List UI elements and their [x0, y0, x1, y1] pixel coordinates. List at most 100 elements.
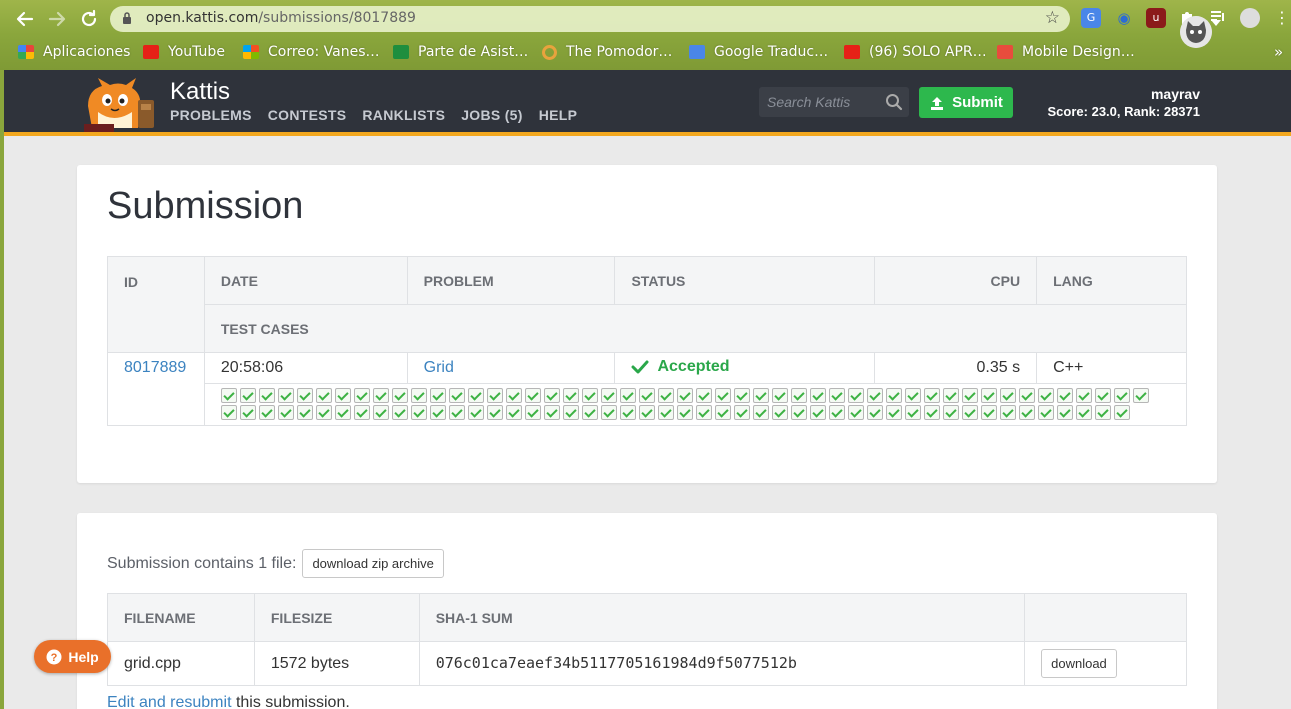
- files-intro-text: Submission contains 1 file:: [107, 554, 297, 572]
- test-case-check-icon: [315, 405, 332, 420]
- test-case-check-icon: [1018, 405, 1035, 420]
- reload-icon[interactable]: [78, 8, 100, 30]
- cpu-time: 0.35 s: [874, 352, 1038, 384]
- test-case-check-icon: [581, 405, 598, 420]
- search-input[interactable]: [759, 87, 879, 117]
- test-case-check-icon: [315, 388, 332, 403]
- user-score: Score: 23.0, Rank: 28371: [1047, 104, 1200, 119]
- test-case-check-icon: [296, 388, 313, 403]
- submit-button[interactable]: Submit: [919, 87, 1013, 118]
- column-header-problem: PROBLEM: [406, 256, 616, 305]
- bookmark-item[interactable]: Correo: Vanes…: [243, 42, 380, 62]
- test-case-check-icon: [391, 405, 408, 420]
- test-case-check-icon: [353, 388, 370, 403]
- test-case-check-icon: [429, 388, 446, 403]
- header-accent-bar: [4, 132, 1291, 136]
- test-case-check-icon: [1075, 388, 1092, 403]
- test-case-check-icon: [562, 405, 579, 420]
- bookmark-label: The Pomodor…: [566, 44, 673, 60]
- kattis-cat-logo-icon[interactable]: [80, 76, 160, 132]
- test-case-check-icon: [695, 388, 712, 403]
- resubmit-line: Edit and resubmit this submission.: [107, 694, 350, 709]
- bookmark-item[interactable]: Google Traduc…: [689, 42, 828, 62]
- test-case-check-icon: [999, 388, 1016, 403]
- test-case-check-icon: [942, 405, 959, 420]
- files-card: Submission contains 1 file: download zip…: [77, 513, 1217, 709]
- test-case-check-icon: [657, 405, 674, 420]
- download-zip-button[interactable]: download zip archive: [302, 549, 444, 578]
- files-summary: Submission contains 1 file: download zip…: [107, 549, 444, 578]
- table-row: grid.cpp 1572 bytes 076c01ca7eaef34b5117…: [107, 641, 1187, 686]
- bookmarks-overflow-icon[interactable]: »: [1274, 42, 1283, 62]
- apps-grid-icon: [18, 45, 34, 59]
- file-sha1: 076c01ca7eaef34b5117705161984d9f5077512b: [435, 654, 797, 672]
- back-arrow-icon[interactable]: [14, 8, 36, 30]
- test-case-check-icon: [1094, 405, 1111, 420]
- bookmark-item[interactable]: Mobile Design…: [997, 42, 1135, 62]
- search-icon[interactable]: [885, 93, 903, 111]
- nav-problems[interactable]: PROBLEMS: [170, 107, 252, 123]
- browser-menu-icon[interactable]: ⋮: [1272, 8, 1291, 28]
- user-info[interactable]: mayrav Score: 23.0, Rank: 28371: [1048, 86, 1200, 119]
- bookmark-label: (96) SOLO APR…: [869, 44, 987, 60]
- profile-avatar-icon[interactable]: [1240, 8, 1260, 28]
- test-case-check-icon: [866, 388, 883, 403]
- bookmark-item[interactable]: (96) SOLO APR…: [844, 42, 987, 62]
- user-menu-caret-icon[interactable]: [1211, 20, 1221, 26]
- test-case-check-icon: [904, 388, 921, 403]
- nav-jobs[interactable]: JOBS (5): [461, 107, 523, 123]
- column-header-sha1: SHA-1 SUM: [418, 593, 1026, 642]
- download-file-button[interactable]: download: [1041, 649, 1117, 678]
- test-case-check-icon: [904, 405, 921, 420]
- forward-arrow-icon[interactable]: [46, 8, 68, 30]
- test-case-check-icon: [619, 388, 636, 403]
- test-case-check-icon: [448, 405, 465, 420]
- bookmark-item[interactable]: Parte de Asist…: [393, 42, 528, 62]
- test-case-check-icon: [543, 405, 560, 420]
- bookmark-label: Correo: Vanes…: [268, 44, 380, 60]
- page-title: Submission: [107, 185, 304, 227]
- submission-id-link[interactable]: 8017889: [124, 359, 186, 376]
- test-case-check-icon: [885, 405, 902, 420]
- audio-extension-icon[interactable]: ◉: [1114, 8, 1134, 28]
- nav-help[interactable]: HELP: [539, 107, 578, 123]
- url-text[interactable]: open.kattis.com/submissions/8017889: [146, 10, 416, 26]
- file-size: 1572 bytes: [253, 641, 420, 686]
- google-translate-extension-icon[interactable]: G: [1081, 8, 1101, 28]
- test-case-check-icon: [600, 388, 617, 403]
- test-case-check-icon: [1056, 405, 1073, 420]
- test-case-check-icon: [505, 405, 522, 420]
- test-case-check-icon: [296, 405, 313, 420]
- bookmark-item[interactable]: The Pomodor…: [542, 42, 672, 62]
- test-case-check-icon: [448, 388, 465, 403]
- window-edge: [0, 70, 4, 709]
- test-case-check-icon: [999, 405, 1016, 420]
- test-case-check-icon: [239, 388, 256, 403]
- address-bar[interactable]: open.kattis.com/submissions/8017889 ☆: [110, 6, 1070, 32]
- test-case-check-icon: [790, 405, 807, 420]
- test-case-check-icon: [1132, 388, 1149, 403]
- bookmark-label: Mobile Design…: [1022, 44, 1135, 60]
- nav-ranklists[interactable]: RANKLISTS: [362, 107, 445, 123]
- help-widget-button[interactable]: ? Help: [34, 640, 111, 673]
- bookmark-item[interactable]: Aplicaciones: [18, 42, 130, 62]
- main-nav: PROBLEMS CONTESTS RANKLISTS JOBS (5) HEL…: [170, 107, 577, 123]
- test-case-check-icon: [581, 388, 598, 403]
- test-case-check-icon: [220, 405, 237, 420]
- google-translate-icon: [689, 45, 705, 59]
- edit-resubmit-link[interactable]: Edit and resubmit: [107, 694, 232, 709]
- problem-link[interactable]: Grid: [424, 359, 454, 376]
- brand-title[interactable]: Kattis: [170, 78, 230, 106]
- test-case-check-icon: [467, 388, 484, 403]
- test-case-check-icon: [258, 388, 275, 403]
- test-case-check-icon: [847, 405, 864, 420]
- test-case-check-icon: [980, 405, 997, 420]
- test-case-check-icon: [239, 405, 256, 420]
- test-case-check-icon: [353, 405, 370, 420]
- bookmark-item[interactable]: YouTube: [143, 42, 225, 62]
- bookmark-star-icon[interactable]: ☆: [1045, 8, 1060, 28]
- ublock-extension-icon[interactable]: u: [1146, 8, 1166, 28]
- upload-icon: [931, 96, 944, 110]
- nav-contests[interactable]: CONTESTS: [268, 107, 347, 123]
- avatar[interactable]: [1180, 16, 1212, 48]
